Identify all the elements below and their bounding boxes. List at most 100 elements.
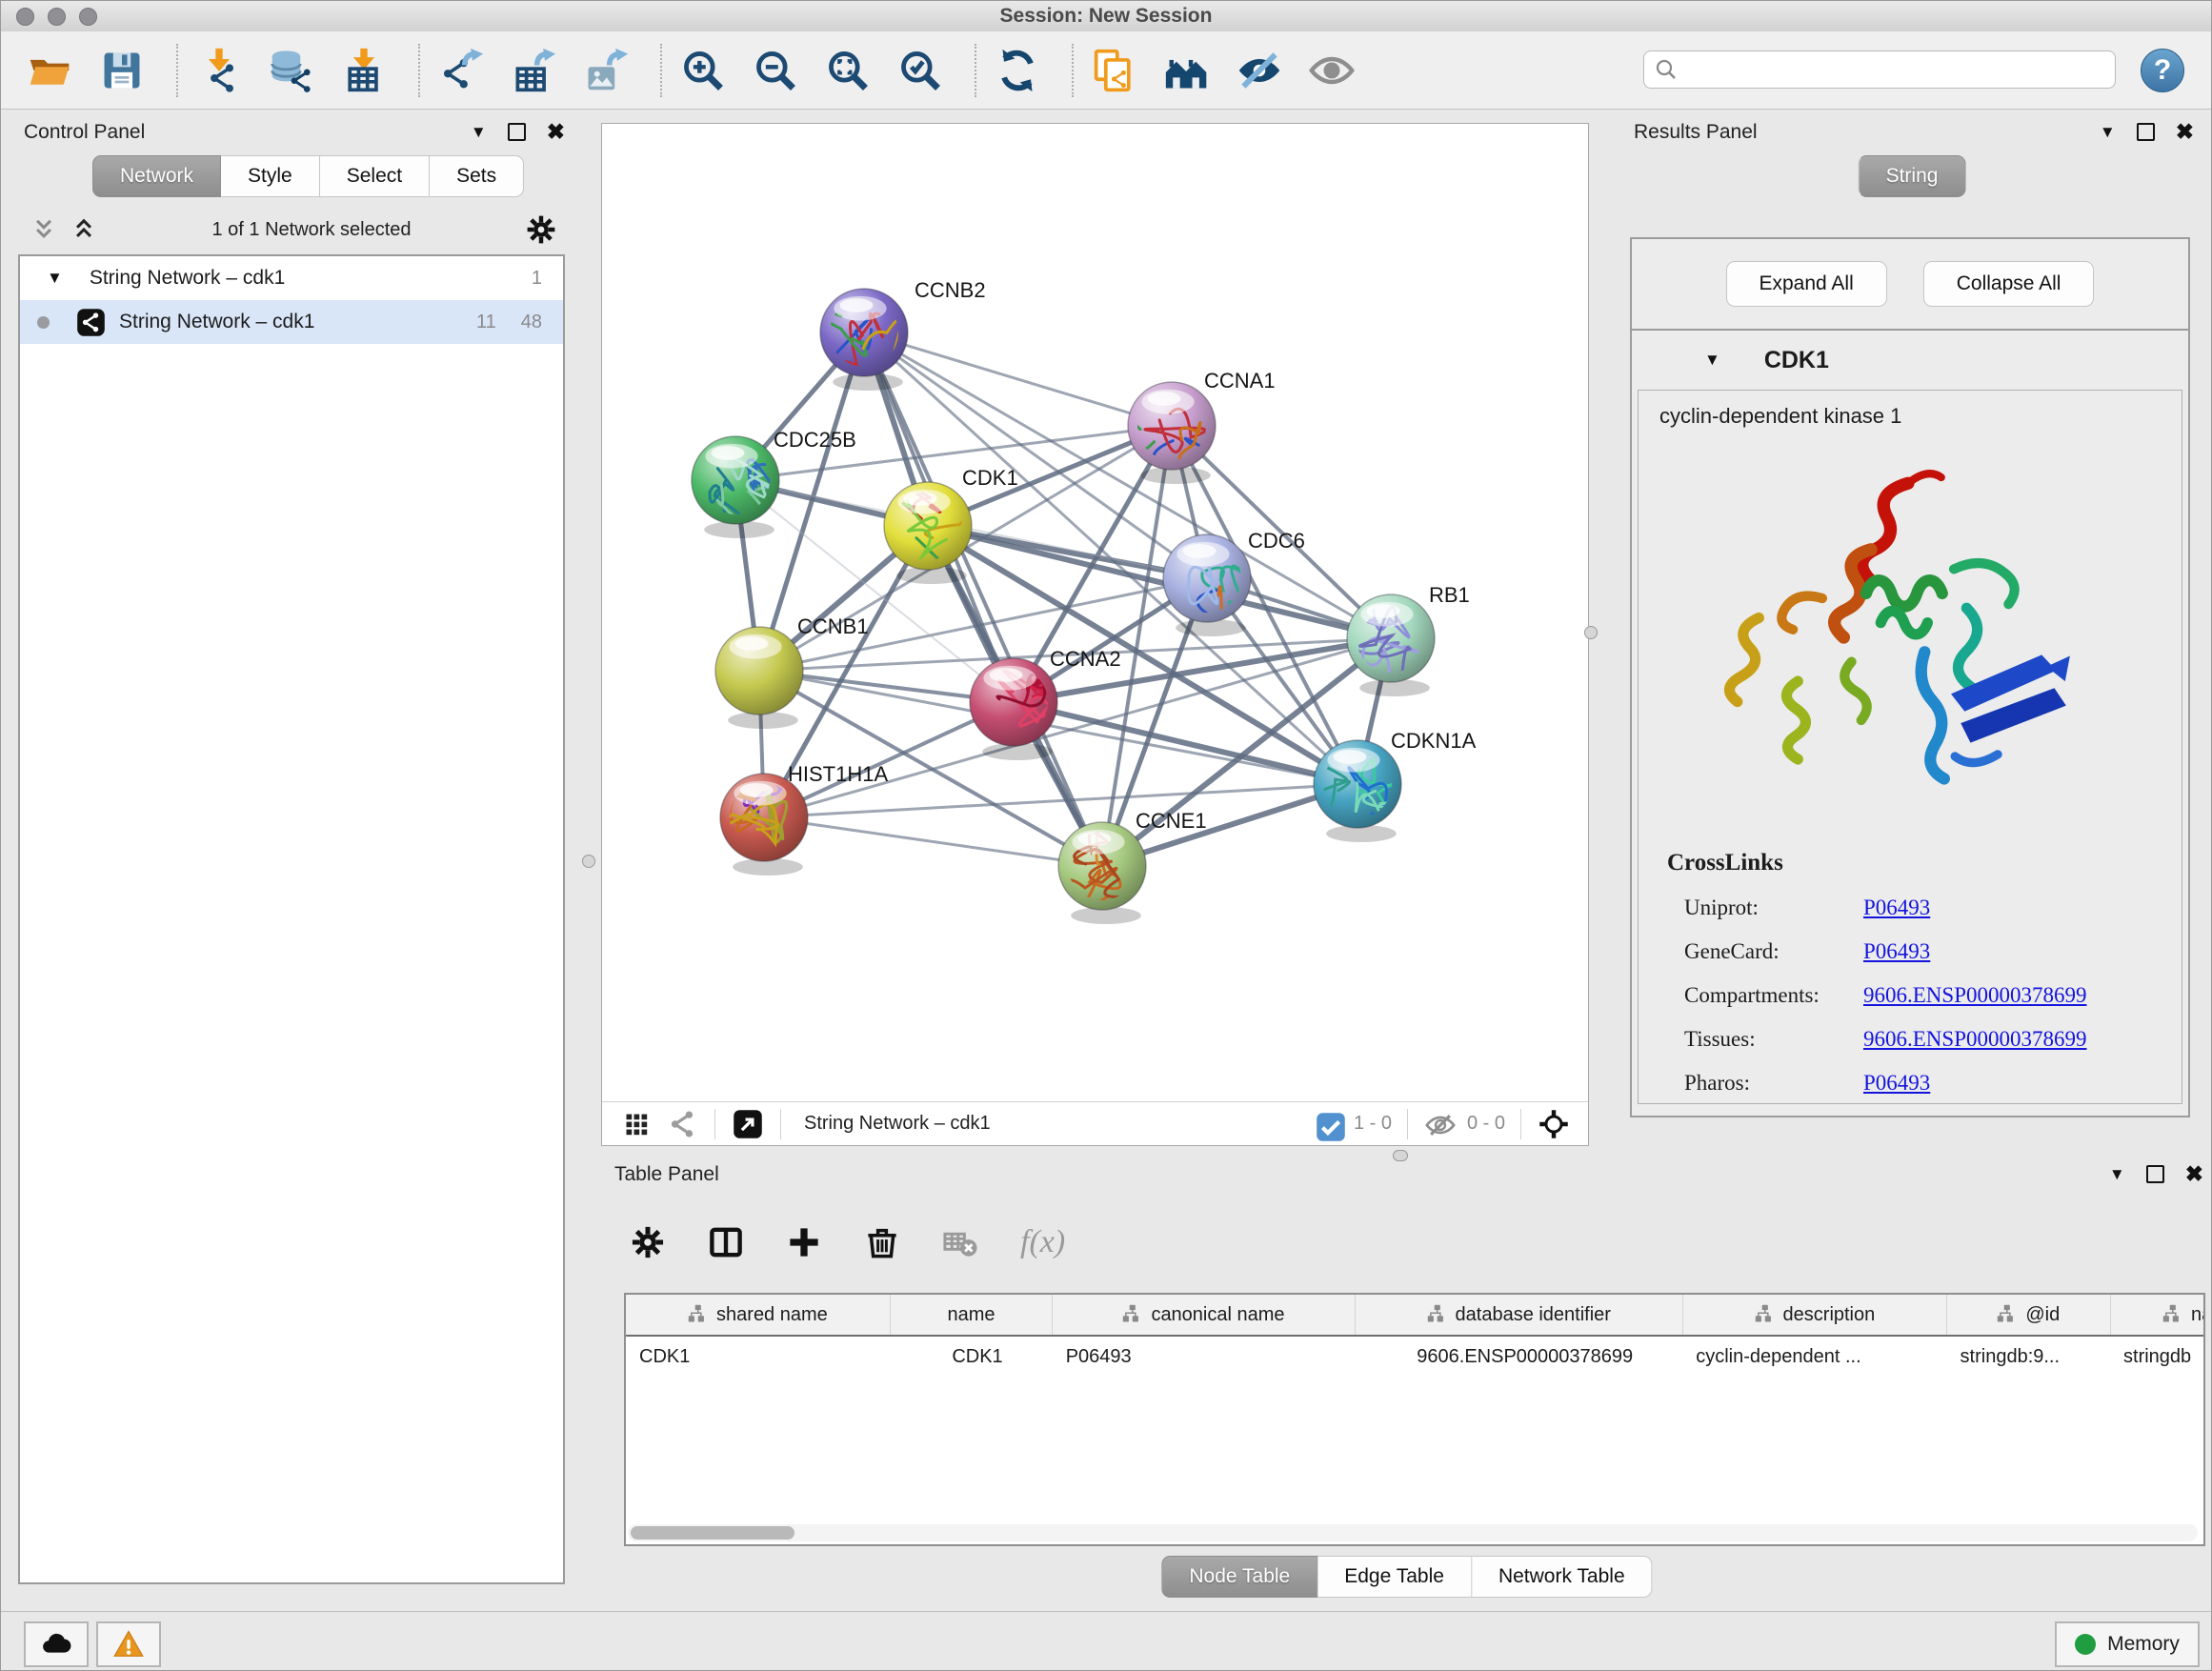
tab-edge-table[interactable]: Edge Table xyxy=(1317,1556,1472,1598)
import-table-icon[interactable] xyxy=(340,47,388,94)
function-builder-icon[interactable]: f(x) xyxy=(1020,1224,1065,1260)
zoom-selected-icon[interactable] xyxy=(896,47,944,94)
panel-menu-icon[interactable]: ▼ xyxy=(2109,1165,2125,1184)
tab-string[interactable]: String xyxy=(1859,155,1966,197)
float-panel-icon[interactable] xyxy=(2137,123,2155,141)
column-header[interactable]: namespace xyxy=(2110,1295,2205,1336)
table-row[interactable]: CDK1CDK1P064939606.ENSP00000378699cyclin… xyxy=(626,1336,2205,1377)
crosslink-link[interactable]: P06493 xyxy=(1863,896,1930,920)
horizontal-scrollbar[interactable] xyxy=(628,1524,2198,1541)
search-box[interactable] xyxy=(1643,50,2116,89)
memory-button[interactable]: Memory xyxy=(2055,1621,2200,1667)
column-header[interactable]: shared name xyxy=(626,1295,890,1336)
detach-view-icon[interactable] xyxy=(733,1109,763,1139)
node-table-container: shared namenamecanonical namedatabase id… xyxy=(624,1293,2205,1546)
zoom-out-icon[interactable] xyxy=(752,47,799,94)
entry-expand-icon[interactable]: ▼ xyxy=(1704,351,1720,370)
table-cell[interactable]: P06493 xyxy=(1053,1336,1356,1377)
collection-count: 1 xyxy=(532,268,542,290)
table-cell[interactable]: cyclin-dependent ... xyxy=(1682,1336,1946,1377)
table-cell[interactable]: 9606.ENSP00000378699 xyxy=(1355,1336,1682,1377)
protein-entry-header[interactable]: ▼ CDK1 xyxy=(1632,331,2188,390)
close-panel-icon[interactable]: ✖ xyxy=(547,121,565,143)
expand-all-icon[interactable] xyxy=(70,215,98,244)
tab-select[interactable]: Select xyxy=(320,155,430,197)
delete-table-icon[interactable] xyxy=(942,1224,978,1260)
tab-node-table[interactable]: Node Table xyxy=(1161,1556,1317,1598)
crosslink-link[interactable]: 9606.ENSP00000378699 xyxy=(1863,983,2087,1008)
crosslink-label: Pharos: xyxy=(1667,1071,1863,1096)
open-icon[interactable] xyxy=(26,47,73,94)
crosslink-row: Compartments:9606.ENSP00000378699 xyxy=(1667,974,2182,1017)
selected-items-checkbox[interactable] xyxy=(1316,1112,1340,1137)
panel-menu-icon[interactable]: ▼ xyxy=(2100,123,2116,142)
split-columns-icon[interactable] xyxy=(708,1224,744,1260)
table-cell[interactable]: CDK1 xyxy=(890,1336,1052,1377)
left-splitter-grip[interactable] xyxy=(582,855,595,868)
column-header[interactable]: description xyxy=(1682,1295,1946,1336)
column-header[interactable]: name xyxy=(890,1295,1052,1336)
cloud-button[interactable] xyxy=(24,1621,89,1667)
zoom-in-icon[interactable] xyxy=(679,47,727,94)
column-header[interactable]: @id xyxy=(1947,1295,2110,1336)
float-panel-icon[interactable] xyxy=(508,123,526,141)
collection-expand-icon[interactable]: ▼ xyxy=(47,269,63,288)
crosslink-row: GeneCard:P06493 xyxy=(1667,930,2182,974)
node-label: CCNB2 xyxy=(915,278,986,302)
hide-selected-icon[interactable] xyxy=(1236,47,1283,94)
tab-style[interactable]: Style xyxy=(221,155,320,197)
crosslink-link[interactable]: 9606.ENSP00000378699 xyxy=(1863,1027,2087,1052)
network-edge-count: 48 xyxy=(521,312,542,333)
table-cell[interactable]: CDK1 xyxy=(626,1336,890,1377)
network-collection-row[interactable]: ▼ String Network – cdk1 1 xyxy=(20,256,563,300)
float-panel-icon[interactable] xyxy=(2146,1165,2164,1183)
warnings-button[interactable] xyxy=(96,1621,161,1667)
network-row[interactable]: String Network – cdk1 11 48 xyxy=(20,300,563,344)
help-button[interactable]: ? xyxy=(2141,49,2184,92)
network-canvas[interactable]: CCNB2CCNA1CDC25BCDK1CDC6RB1CCNB1CCNA2CDK… xyxy=(602,124,1588,1101)
expand-all-button[interactable]: Expand All xyxy=(1726,261,1887,307)
gear-icon[interactable] xyxy=(630,1224,666,1260)
panel-menu-icon[interactable]: ▼ xyxy=(471,123,487,142)
collapse-all-button[interactable]: Collapse All xyxy=(1923,261,2095,307)
export-image-icon[interactable] xyxy=(582,47,630,94)
column-header[interactable]: database identifier xyxy=(1355,1295,1682,1336)
protein-entry-body: cyclin-dependent kinase 1 xyxy=(1638,390,2182,1104)
export-network-icon[interactable] xyxy=(437,47,485,94)
crosslink-link[interactable]: P06493 xyxy=(1863,939,1930,964)
save-icon[interactable] xyxy=(98,47,146,94)
table-cell[interactable]: stringdb xyxy=(2110,1336,2205,1377)
close-panel-icon[interactable]: ✖ xyxy=(2176,121,2194,143)
node-label: CDC6 xyxy=(1248,529,1305,553)
export-table-icon[interactable] xyxy=(510,47,557,94)
network-options-gear-icon[interactable] xyxy=(525,213,557,246)
hidden-items-icon[interactable] xyxy=(1425,1110,1454,1138)
show-grid-icon[interactable] xyxy=(621,1109,652,1139)
import-database-icon[interactable] xyxy=(268,47,315,94)
control-panel: Control Panel ▼ ✖ NetworkStyleSelectSets… xyxy=(10,117,574,1609)
protein-structure-image xyxy=(1705,433,2115,842)
scrollbar-thumb[interactable] xyxy=(631,1526,794,1540)
crosslink-link[interactable]: P06493 xyxy=(1863,1071,1930,1096)
import-network-icon[interactable] xyxy=(195,47,243,94)
right-splitter-grip[interactable] xyxy=(1584,626,1598,639)
tab-network[interactable]: Network xyxy=(92,155,221,197)
delete-column-icon[interactable] xyxy=(864,1224,900,1260)
table-cell[interactable]: stringdb:9... xyxy=(1947,1336,2110,1377)
home-icon[interactable] xyxy=(1163,47,1211,94)
tab-sets[interactable]: Sets xyxy=(430,155,524,197)
refresh-icon[interactable] xyxy=(994,47,1041,94)
search-input[interactable] xyxy=(1679,58,2082,82)
crosslink-label: GeneCard: xyxy=(1667,939,1863,964)
tab-network-table[interactable]: Network Table xyxy=(1472,1556,1653,1598)
close-panel-icon[interactable]: ✖ xyxy=(2185,1163,2203,1185)
network-label: String Network – cdk1 xyxy=(119,311,314,333)
show-all-icon[interactable] xyxy=(1308,47,1356,94)
zoom-fit-icon[interactable] xyxy=(824,47,872,94)
copy-document-icon[interactable] xyxy=(1091,47,1138,94)
collapse-all-icon[interactable] xyxy=(30,215,58,244)
add-column-icon[interactable] xyxy=(786,1224,822,1260)
fit-selection-crosshair-icon[interactable] xyxy=(1538,1109,1569,1139)
column-header[interactable]: canonical name xyxy=(1053,1295,1356,1336)
search-icon xyxy=(1654,57,1679,82)
